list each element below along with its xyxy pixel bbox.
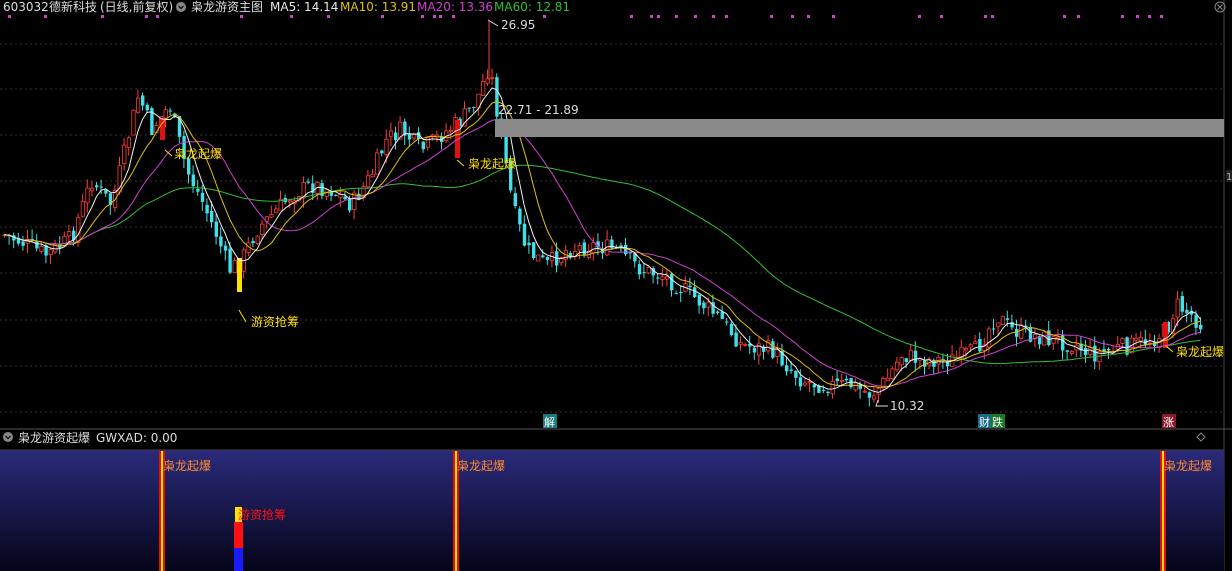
right-axis-marker-text: 1 <box>1226 172 1232 183</box>
signal-dot-markers <box>8 15 1163 18</box>
low-label: 10.32 <box>890 399 924 413</box>
sub-label: 游资抢筹 <box>238 507 286 522</box>
badge-text: 跌 <box>992 415 1003 429</box>
signal-label: 枭龙起爆 <box>1176 344 1224 359</box>
badge-text: 解 <box>544 415 555 429</box>
sub-label: 枭龙起爆 <box>163 458 211 473</box>
high-label: 26.95 <box>501 18 535 32</box>
range-label: 22.71 - 21.89 <box>498 103 579 117</box>
badge-text: 涨 <box>1163 416 1174 429</box>
ma5-label: MA5: 14.14 <box>270 0 338 14</box>
ma20-label: MA20: 13.36 <box>417 0 493 14</box>
ma60-label: MA60: 12.81 <box>494 0 570 14</box>
candlesticks <box>2 20 1203 407</box>
sub-panel-value: GWXAD: 0.00 <box>96 431 177 445</box>
diamond-icon[interactable] <box>1196 432 1206 442</box>
indicator-title: 枭龙游资主图 <box>191 0 263 14</box>
stock-period: (日线,前复权) <box>100 0 173 14</box>
signal-labels: 枭龙起爆 游资抢筹 枭龙起爆 枭龙起爆 <box>164 146 1224 359</box>
chevron-down-circle-icon[interactable] <box>176 2 186 12</box>
sub-label: 枭龙起爆 <box>457 458 505 473</box>
ma10-label: MA10: 13.91 <box>340 0 416 14</box>
sub-label: 枭龙起爆 <box>1164 458 1212 473</box>
sub-panel-title: 枭龙游资起爆 <box>18 430 90 445</box>
badge-text: 财 <box>979 415 990 429</box>
stock-name: 德新科技 <box>49 0 97 14</box>
chevron-down-circle-icon[interactable] <box>3 432 13 442</box>
resistance-band <box>495 119 1224 137</box>
chart-header: 603032 德新科技 (日线,前复权) 枭龙游资主图 MA5: 14.14 M… <box>3 0 570 14</box>
signal-label: 枭龙起爆 <box>174 146 222 161</box>
stock-chart[interactable]: 1 22.71 - 21.89 26.95 10.32 枭龙起爆 游资抢筹 枭龙… <box>0 0 1232 571</box>
low-arrow <box>875 399 888 407</box>
price-grid <box>0 43 1224 413</box>
signal-label: 游资抢筹 <box>251 314 299 329</box>
event-badges[interactable]: 解 财 跌 涨 <box>543 414 1176 429</box>
stock-code: 603032 <box>3 0 49 14</box>
signal-label: 枭龙起爆 <box>468 156 516 171</box>
